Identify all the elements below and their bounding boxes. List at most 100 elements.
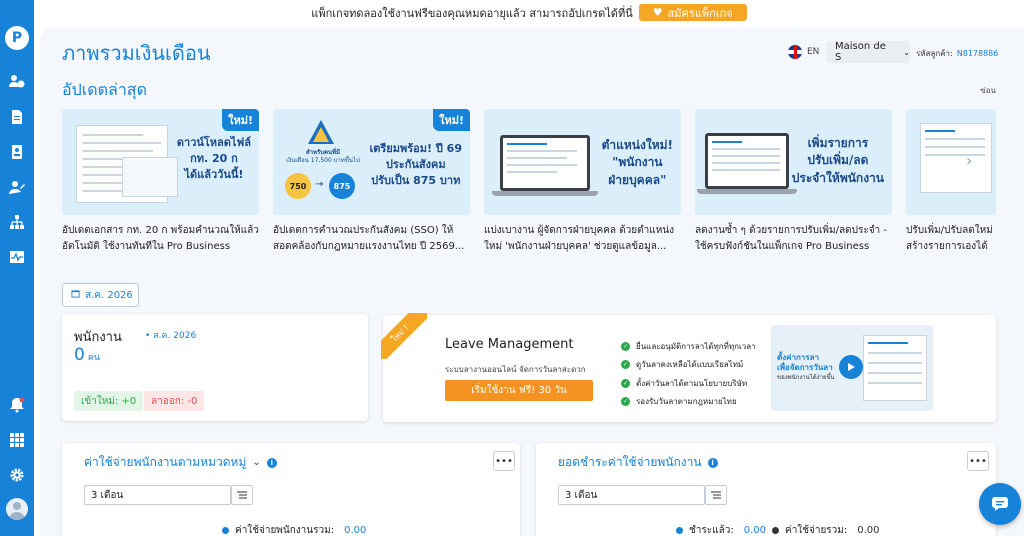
profile-avatar[interactable] — [6, 498, 28, 520]
play-icon[interactable] — [839, 355, 863, 379]
thumbnail-headline: ตำแหน่งใหม่! "พนักงาน ฝ่ายบุคคล" — [601, 138, 673, 187]
laptop-base — [492, 191, 598, 196]
laptop-illustration — [705, 133, 789, 189]
update-card-1[interactable]: ใหม่! ดาวน์โหลดไฟล์ กท. 20 ก ได้แล้ววันน… — [62, 109, 259, 259]
info-icon[interactable]: i — [707, 457, 718, 468]
sidebar: P — [0, 0, 34, 536]
customer-id: รหัสลูกค้า: N8178886 — [916, 47, 998, 60]
sso-logo-icon — [308, 120, 334, 144]
hide-updates-link[interactable]: ซ่อน — [980, 84, 996, 97]
app-preview — [863, 335, 927, 401]
employees-month: • ส.ค. 2026 — [145, 331, 197, 341]
promo-subtitle: ระบบลางานออนไลน์ จัดการวันลาสะดวก — [445, 365, 586, 374]
update-caption: แบ่งเบางาน ผู้จัดการฝ่ายบุคคล ด้วยตำแหน่… — [484, 225, 675, 252]
new-ribbon: ใหม่ ! — [381, 313, 427, 359]
month-filter[interactable]: ส.ค. 2026 — [62, 283, 139, 307]
total-cost-legend: ค่าใช้จ่ายรวม: 0.00 — [772, 523, 880, 536]
update-thumbnail: เพิ่มรายการ ปรับเพิ่ม/ลด ประจำให้พนักงาน — [695, 109, 892, 215]
id-card-icon[interactable] — [8, 143, 26, 161]
update-card-2[interactable]: สำหรับคนที่มี เงินเดือน 17,500 บาทขึ้นไป… — [273, 109, 470, 259]
uk-flag-icon — [788, 45, 802, 59]
promo-title: Leave Management — [445, 337, 574, 352]
calendar-icon — [71, 289, 80, 301]
bell-icon[interactable] — [8, 396, 26, 414]
check-icon: ✓ — [621, 378, 630, 388]
laptop-base — [697, 189, 797, 194]
main-content: ภาพรวมเงินเดือน EN Maison de S ⌄ รหัสลูก… — [40, 27, 1024, 536]
customer-id-value[interactable]: N8178886 — [957, 49, 999, 58]
check-icon: ✓ — [621, 397, 630, 407]
chat-button[interactable] — [979, 483, 1021, 525]
feature-item: ✓ ตั้งค่าวันลาได้ตามนโยบายบริษัท — [621, 378, 748, 388]
leave-management-promo: ใหม่ ! Leave Management ระบบลางานออนไลน์… — [381, 313, 996, 422]
legend-dot — [222, 527, 229, 534]
update-caption: ลดงานซ้ำ ๆ ด้วยรายการปรับเพิ่ม/ลดประจำ -… — [695, 225, 887, 252]
employees-title: พนักงาน — [74, 330, 122, 345]
new-amount-badge: 875 — [329, 173, 355, 199]
update-caption: ปรับเพิ่ม/ปรับลดใหม่ สร้างรายการเองได้ — [906, 225, 993, 252]
carousel-next-icon[interactable]: › — [966, 151, 972, 170]
user-edit-icon[interactable] — [8, 178, 26, 196]
update-thumbnail: สำหรับคนที่มี เงินเดือน 17,500 บาทขึ้นไป… — [273, 109, 470, 215]
update-caption: อัปเดตการคำนวณประกันสังคม (SSO) ให้สอดคล… — [273, 225, 465, 252]
legend-dot — [772, 527, 779, 534]
paid-legend: ชำระแล้ว: 0.00 — [676, 523, 766, 536]
update-caption: อัปเดตเอกสาร กท. 20 ก พร้อมคำนวณให้แล้ว … — [62, 225, 259, 252]
chat-icon — [992, 497, 1008, 511]
promo-feature-list: ✓ ยื่นและอนุมัติการลาได้ทุกที่ทุกเวลา ✓ ดู… — [621, 337, 756, 411]
filter-list-icon[interactable] — [231, 485, 253, 505]
customer-id-label: รหัสลูกค้า: — [916, 49, 953, 58]
subscribe-label: สมัครแพ็กเกจ — [667, 6, 733, 20]
table-preview — [122, 157, 178, 197]
video-caption: ตั้งค่าการลา เพื่อจัดการวันลา ของพนักงาน… — [777, 353, 835, 381]
document-icon[interactable] — [8, 108, 26, 126]
period-select[interactable]: 3 เดือน — [84, 485, 231, 505]
sso-note: สำหรับคนที่มี เงินเดือน 17,500 บาทขึ้นไป — [286, 149, 360, 165]
month-filter-label: ส.ค. 2026 — [85, 289, 133, 301]
update-thumbnail: ตำแหน่งใหม่! "พนักงาน ฝ่ายบุคคล" — [484, 109, 681, 215]
resigned-employees-badge: ลาออก: -0 — [144, 391, 205, 411]
feature-item: ✓ ยื่นและอนุมัติการลาได้ทุกที่ทุกเวลา — [621, 341, 756, 351]
expense-by-category-panel: ค่าใช้จ่ายพนักงานตามหมวดหมู่ ⌄ i ••• 3 เ… — [62, 443, 520, 536]
update-card-4[interactable]: เพิ่มรายการ ปรับเพิ่ม/ลด ประจำให้พนักงาน… — [695, 109, 892, 259]
filter-list-icon[interactable] — [705, 485, 727, 505]
expense-by-category-title: ค่าใช้จ่ายพนักงานตามหมวดหมู่ — [84, 455, 247, 469]
arrow-right-icon: → — [315, 179, 324, 190]
subscribe-button[interactable]: ♥ สมัครแพ็กเกจ — [638, 4, 747, 21]
promo-video[interactable]: ตั้งค่าการลา เพื่อจัดการวันลา ของพนักงาน… — [771, 325, 933, 411]
pulse-icon[interactable] — [8, 248, 26, 266]
page-title: ภาพรวมเงินเดือน — [62, 41, 211, 65]
chevron-down-icon: ⌄ — [252, 457, 261, 468]
update-card-5[interactable]: › ปรับเพิ่ม/ปรับลดใหม่ สร้างรายการเองได้ — [906, 109, 996, 259]
payment-summary-header: ยอดชำระค่าใช้จ่ายพนักงาน i — [558, 453, 718, 472]
thumbnail-headline: ดาวน์โหลดไฟล์ กท. 20 ก ได้แล้ววันนี้! — [176, 136, 251, 181]
employees-panel: พนักงาน • ส.ค. 2026 0 คน เข้าใหม่: +0 ลาอ… — [62, 314, 368, 421]
users-clock-icon[interactable] — [8, 72, 26, 90]
update-thumbnail: › — [906, 109, 996, 215]
more-options-button[interactable]: ••• — [493, 451, 515, 471]
company-name: Maison de S — [835, 41, 886, 63]
info-icon[interactable]: i — [266, 457, 277, 468]
chevron-down-icon: ⌄ — [903, 47, 910, 57]
company-select[interactable]: Maison de S ⌄ — [827, 41, 910, 63]
employee-count: 0 คน — [74, 345, 101, 365]
thumbnail-headline: เตรียมพร้อม! ปี 69 ประกันสังคม ปรับเป็น … — [369, 142, 463, 187]
period-select[interactable]: 3 เดือน — [558, 485, 705, 505]
thumbnail-headline: เพิ่มรายการ ปรับเพิ่ม/ลด ประจำให้พนักงาน — [791, 136, 884, 185]
org-chart-icon[interactable] — [8, 213, 26, 231]
payment-summary-title: ยอดชำระค่าใช้จ่ายพนักงาน — [558, 455, 702, 469]
laptop-illustration — [500, 135, 590, 191]
screen-preview — [920, 123, 992, 193]
start-free-trial-button[interactable]: เริ่มใช้งาน ฟรี! 30 วัน — [445, 380, 593, 401]
apps-grid-icon[interactable] — [8, 431, 26, 449]
more-options-button[interactable]: ••• — [967, 451, 989, 471]
update-card-3[interactable]: ตำแหน่งใหม่! "พนักงาน ฝ่ายบุคคล" แบ่งเบา… — [484, 109, 681, 259]
updates-title: อัปเดตล่าสุด — [62, 80, 147, 99]
feature-item: ✓ รองรับวันลาตามกฎหมายไทย — [621, 397, 737, 407]
feature-item: ✓ ดูวันลาคงเหลือได้แบบเรียลไทม์ — [621, 360, 744, 370]
app-logo[interactable]: P — [5, 26, 29, 50]
expense-by-category-header[interactable]: ค่าใช้จ่ายพนักงานตามหมวดหมู่ ⌄ i — [84, 453, 277, 472]
settings-icon[interactable] — [8, 466, 26, 484]
language-switcher[interactable]: EN — [788, 45, 819, 59]
language-label: EN — [807, 47, 820, 57]
